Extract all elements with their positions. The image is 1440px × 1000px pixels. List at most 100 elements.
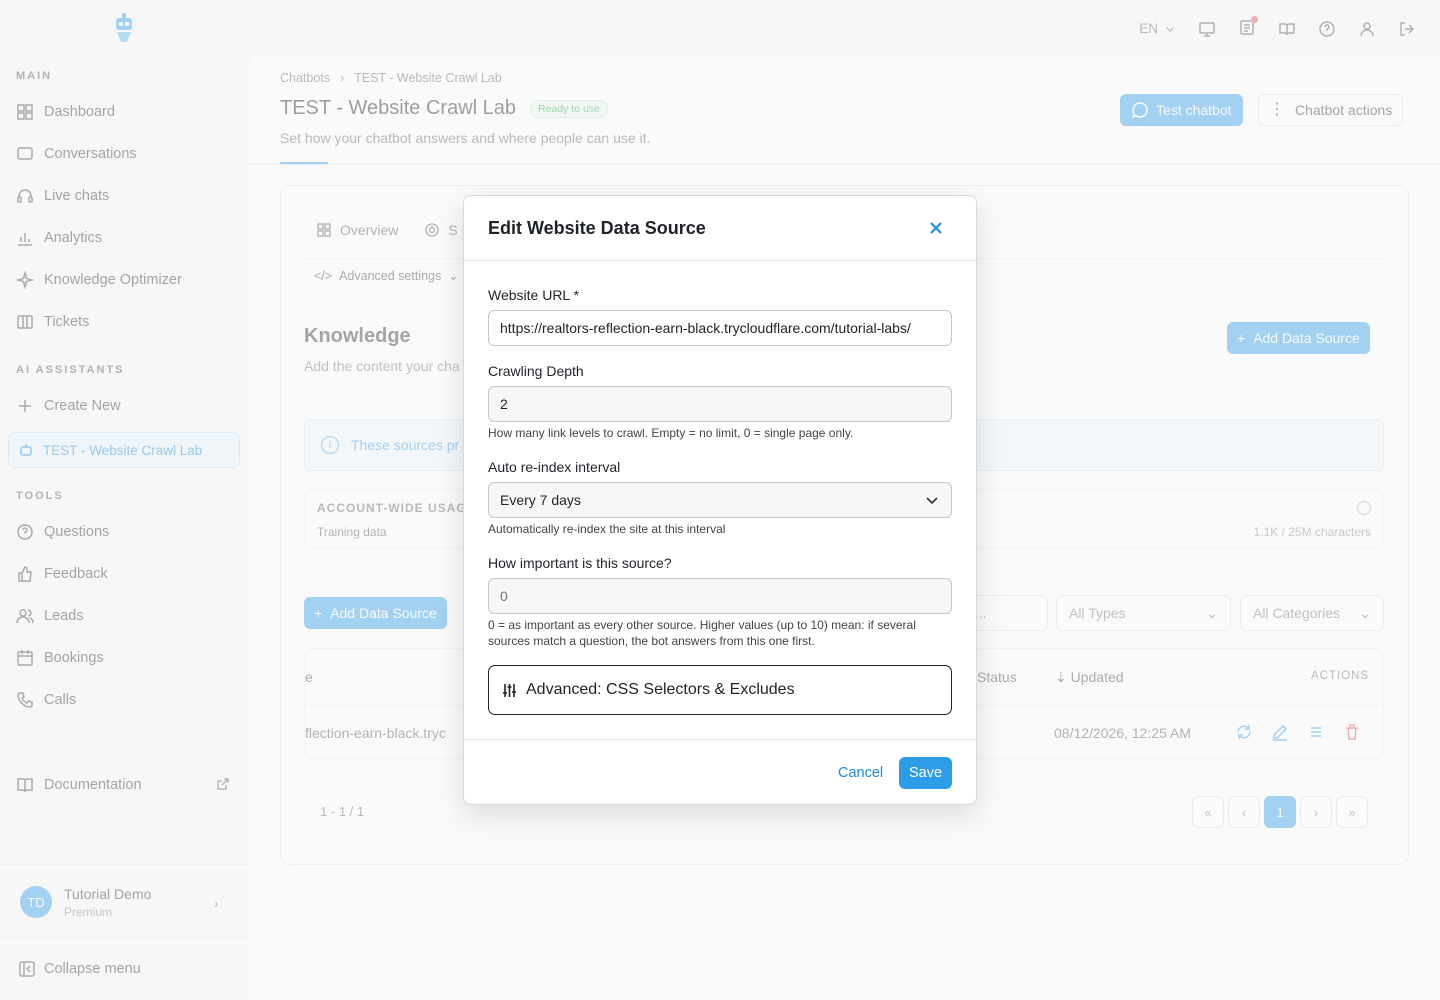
next-page-button[interactable]: › (1300, 796, 1332, 828)
importance-input[interactable] (488, 578, 952, 614)
tab-overview-label: Overview (340, 222, 399, 238)
website-url-input[interactable] (488, 310, 952, 346)
tab-settings[interactable]: S (424, 222, 458, 238)
user-name: Tutorial Demo (64, 886, 152, 902)
create-new-label: Create New (44, 398, 121, 414)
modal-title: Edit Website Data Source (488, 218, 706, 238)
save-button[interactable]: Save (899, 757, 953, 789)
sidebar-item-analytics[interactable]: Analytics (16, 226, 102, 250)
breadcrumb-current: TEST - Website Crawl Lab (354, 71, 502, 85)
crawling-depth-input[interactable] (488, 386, 952, 422)
sparkle-icon (16, 271, 34, 289)
chevron-down-icon (1166, 26, 1174, 32)
categories-filter-select[interactable]: All Categories ⌄ (1240, 595, 1384, 631)
sidebar-item-questions[interactable]: Questions (16, 520, 109, 544)
logout-icon[interactable] (1398, 20, 1416, 38)
section-title-assistants: AI ASSISTANTS (16, 364, 125, 376)
chat-bubble-icon (1131, 102, 1148, 119)
close-button[interactable] (926, 218, 946, 238)
sidebar-item-feedback[interactable]: Feedback (16, 562, 108, 586)
sidebar-item-live-chats[interactable]: Live chats (16, 184, 109, 208)
sidebar-item-label: Analytics (44, 230, 103, 246)
reindex-interval-select[interactable]: Every 7 days (488, 482, 952, 518)
chatbot-actions-button[interactable]: ⋮ Chatbot actions (1258, 94, 1404, 126)
column-header-updated[interactable]: ⇣ Updated (1055, 669, 1124, 686)
types-filter-label: All Types (1069, 605, 1126, 621)
row-name: flection-earn-black.tryc (305, 725, 446, 741)
language-selector[interactable]: EN (1139, 21, 1176, 36)
types-filter-select[interactable]: All Types ⌄ (1056, 595, 1231, 631)
column-header-updated-label: Updated (1070, 669, 1124, 685)
knowledge-subtitle: Add the content your cha (304, 358, 460, 374)
advanced-css-selectors-toggle[interactable]: Advanced: CSS Selectors & Excludes (488, 665, 952, 715)
prev-page-button[interactable]: ‹ (1228, 796, 1260, 828)
breadcrumb-chatbots[interactable]: Chatbots (280, 71, 330, 85)
edit-icon[interactable] (1271, 723, 1289, 741)
section-title-main: MAIN (16, 70, 53, 82)
sidebar-item-label: Conversations (44, 146, 137, 162)
chevron-right-icon: › (214, 895, 219, 911)
sidebar-item-documentation[interactable]: Documentation (16, 773, 142, 797)
column-header-status[interactable]: Status (977, 669, 1017, 685)
sidebar-item-label: Knowledge Optimizer (44, 272, 182, 288)
monitor-icon[interactable] (1198, 20, 1216, 38)
info-banner-text: These sources pr (351, 437, 460, 453)
reindex-interval-help: Automatically re-index the site at this … (488, 522, 726, 536)
kebab-icon: ⋮ (1269, 101, 1285, 118)
add-data-source-button[interactable]: + Add Data Source (304, 597, 447, 629)
current-page-button[interactable]: 1 (1264, 796, 1296, 828)
dashboard-icon (17, 104, 33, 120)
cancel-button[interactable]: Cancel (828, 757, 893, 789)
plus-icon (19, 400, 31, 412)
add-data-source-button-top[interactable]: + Add Data Source (1227, 322, 1370, 354)
test-chatbot-button[interactable]: Test chatbot (1120, 94, 1243, 126)
advanced-settings-toggle[interactable]: </> Advanced settings ⌄ (314, 268, 459, 284)
tab-overview[interactable]: Overview (316, 222, 398, 238)
book-open-icon[interactable] (1278, 20, 1296, 38)
content-tabs: Overview S (316, 222, 458, 238)
list-icon[interactable] (1307, 723, 1325, 741)
sidebar-item-label: Dashboard (44, 104, 115, 120)
grid-icon (317, 223, 331, 237)
collapse-icon (19, 961, 35, 977)
chevron-down-icon (926, 497, 938, 505)
code-icon: </> (314, 268, 333, 283)
sidebar-item-conversations[interactable]: Conversations (16, 142, 137, 166)
sidebar-item-calls[interactable]: Calls (16, 688, 76, 712)
help-icon[interactable] (1318, 20, 1336, 38)
sliders-icon (503, 683, 516, 697)
chat-icon (17, 147, 33, 160)
last-page-button[interactable]: » (1336, 796, 1368, 828)
pagination-count: 1 - 1 / 1 (320, 804, 365, 819)
collapse-menu-button[interactable]: Collapse menu (18, 960, 141, 978)
row-updated: 08/12/2026, 12:25 AM (1054, 725, 1191, 741)
sidebar: MAIN Dashboard Conversations Live chats … (0, 0, 248, 1000)
notifications-button[interactable] (1238, 16, 1258, 39)
breadcrumb: Chatbots › TEST - Website Crawl Lab (280, 71, 502, 85)
sidebar-item-label: Questions (44, 524, 110, 540)
column-header-name[interactable]: e (305, 669, 313, 685)
sidebar-item-active-assistant[interactable]: TEST - Website Crawl Lab (8, 432, 240, 468)
external-link-icon (217, 778, 229, 790)
page-subtitle: Set how your chatbot answers and where p… (280, 130, 651, 146)
sidebar-item-bookings[interactable]: Bookings (16, 646, 104, 670)
phone-icon (17, 692, 33, 708)
refresh-icon[interactable] (1235, 723, 1253, 741)
usage-value: 1.1K / 25M characters (1253, 525, 1371, 539)
sidebar-item-knowledge-optimizer[interactable]: Knowledge Optimizer (16, 268, 182, 292)
sidebar-item-tickets[interactable]: Tickets (16, 310, 89, 334)
sidebar-item-label: Live chats (44, 188, 110, 204)
user-card[interactable]: TD Tutorial Demo Premium › (0, 864, 248, 938)
first-page-button[interactable]: « (1192, 796, 1224, 828)
users-icon (16, 609, 34, 624)
user-icon[interactable] (1358, 20, 1376, 38)
avatar: TD (20, 886, 52, 918)
status-badge: Ready to use (530, 99, 608, 118)
modal-footer-divider (464, 739, 976, 740)
info-icon[interactable] (1357, 501, 1371, 515)
create-new-assistant-button[interactable]: Create New (16, 394, 121, 418)
trash-icon[interactable] (1343, 723, 1361, 741)
sidebar-item-dashboard[interactable]: Dashboard (16, 100, 115, 124)
edit-website-data-source-modal: Edit Website Data Source Website URL * C… (463, 195, 977, 805)
sidebar-item-leads[interactable]: Leads (16, 604, 84, 628)
